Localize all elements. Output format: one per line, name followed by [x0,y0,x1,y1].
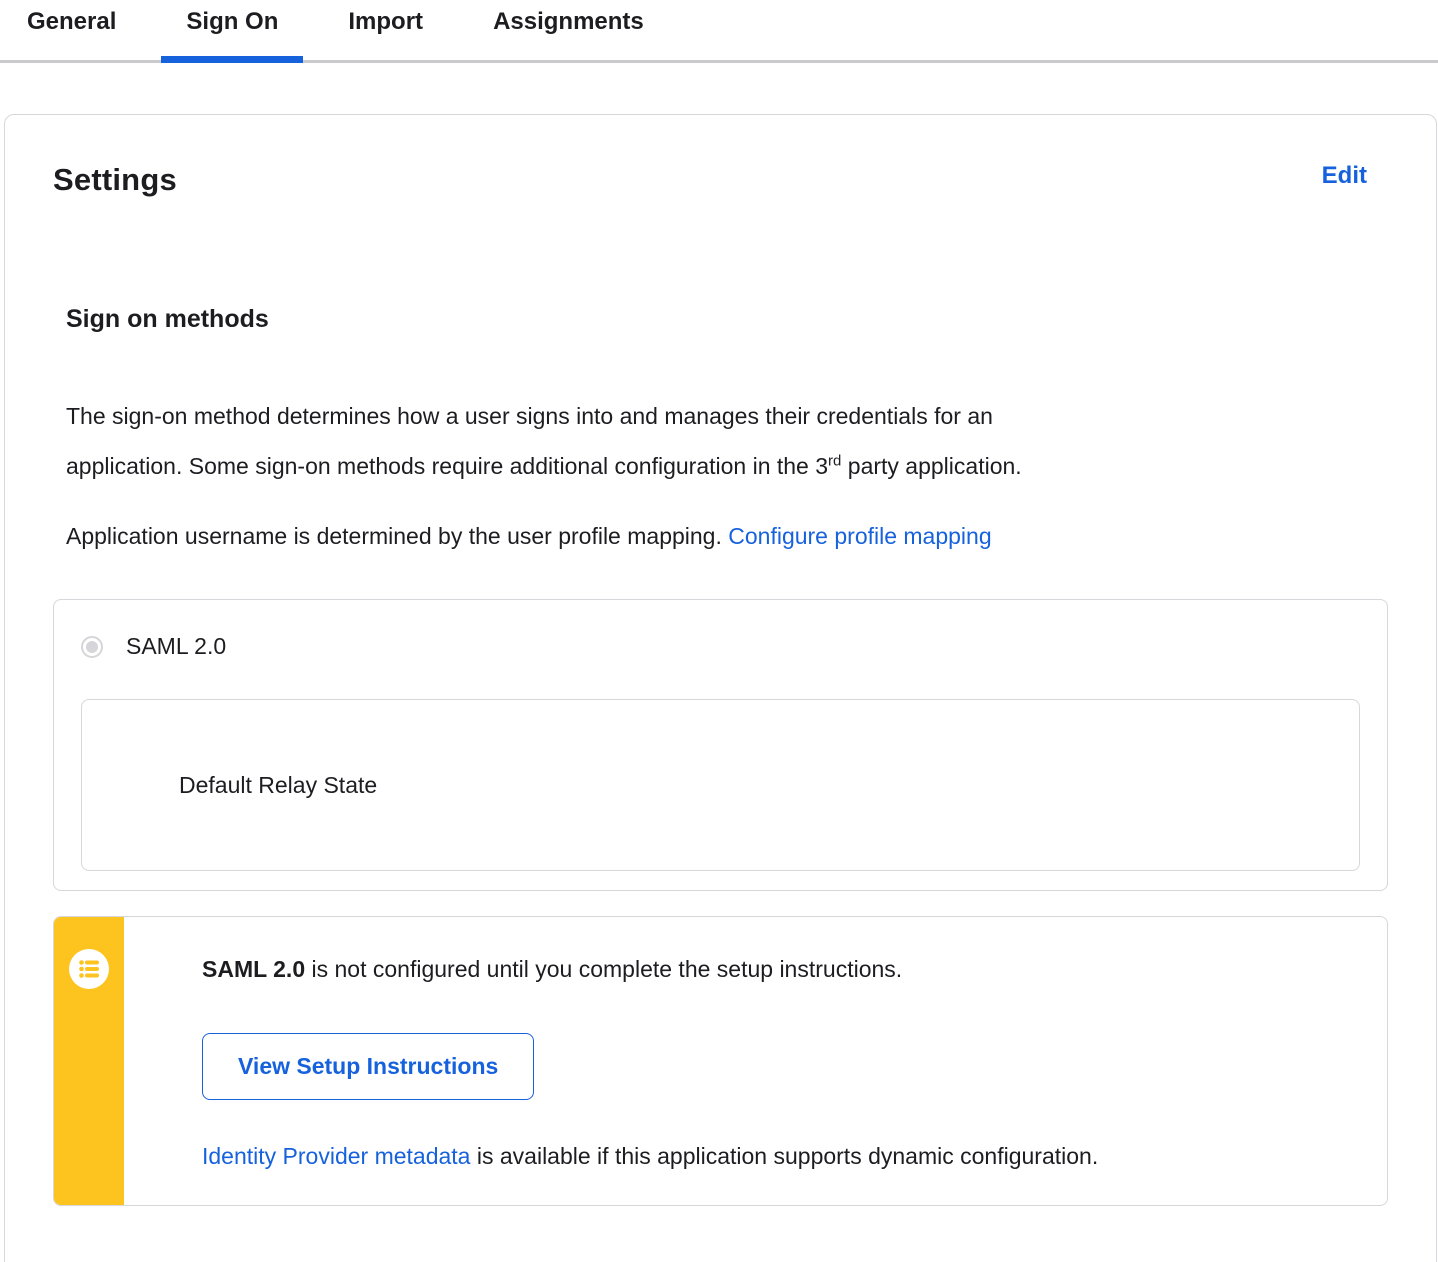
settings-card: Settings Edit Sign on methods The sign-o… [4,114,1437,1262]
saml-radio-label: SAML 2.0 [126,633,227,659]
callout-message-bold: SAML 2.0 [202,956,306,982]
configure-profile-mapping-link[interactable]: Configure profile mapping [728,523,991,549]
saml-method-box: SAML 2.0 Default Relay State [53,599,1388,891]
callout-message-rest: is not configured until you complete the… [305,956,903,982]
list-icon [69,949,109,989]
sign-on-methods-heading: Sign on methods [66,305,269,333]
settings-card-header: Settings Edit [53,162,1388,198]
app-tab-bar: General Sign On Import Assignments [0,0,1438,63]
default-relay-state-field: Default Relay State [81,699,1360,871]
username-mapping-text: Application username is determined by th… [66,523,729,549]
description-line1: The sign-on method determines how a user… [66,403,993,429]
callout-message: SAML 2.0 is not configured until you com… [202,953,1347,985]
metadata-line: Identity Provider metadata is available … [202,1143,1347,1170]
description-line2: application. Some sign-on methods requir… [66,453,829,479]
view-setup-instructions-button[interactable]: View Setup Instructions [202,1033,535,1100]
settings-title: Settings [53,162,177,197]
callout-body: SAML 2.0 is not configured until you com… [124,917,1387,1205]
saml-radio-button[interactable] [81,635,103,658]
tab-sign-on[interactable]: Sign On [161,0,304,63]
default-relay-state-label: Default Relay State [179,771,378,798]
radio-selected-dot [86,640,98,653]
edit-link[interactable]: Edit [1322,162,1367,190]
callout-warning-stripe [54,917,124,1205]
ordinal-superscript: rd [828,452,842,470]
saml-radio-row: SAML 2.0 [81,633,1360,660]
tab-general[interactable]: General [2,0,141,60]
sign-on-methods-description: The sign-on method determines how a user… [66,391,1388,491]
identity-provider-metadata-link[interactable]: Identity Provider metadata [202,1143,470,1169]
metadata-line-rest: is available if this application support… [470,1143,1099,1169]
tab-assignments[interactable]: Assignments [468,0,669,60]
description-line2-end: party application. [841,453,1022,479]
username-mapping-line: Application username is determined by th… [66,511,1388,561]
saml-not-configured-callout: SAML 2.0 is not configured until you com… [53,916,1388,1206]
tab-import[interactable]: Import [323,0,448,60]
